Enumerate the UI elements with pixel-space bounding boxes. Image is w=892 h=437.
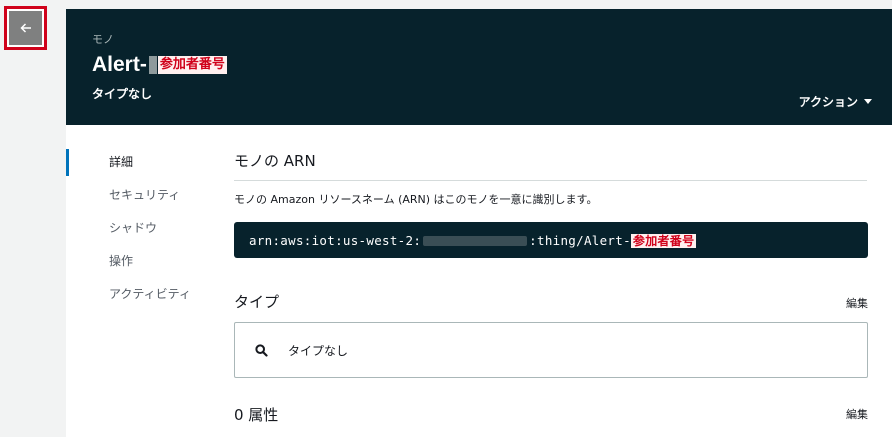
type-field[interactable]: タイプなし <box>234 322 868 378</box>
arn-text: arn:aws:iot:us-west-2: :thing/Alert- 参加者番号 <box>249 232 697 249</box>
arn-description: モノの Amazon リソースネーム (ARN) はこのモノを一意に識別します。 <box>234 193 598 206</box>
side-nav: 詳細 セキュリティ シャドウ 操作 アクティビティ <box>66 149 216 314</box>
sidebar-item-activity[interactable]: アクティビティ <box>66 281 216 314</box>
back-button-highlight <box>4 6 47 50</box>
type-value: タイプなし <box>288 343 349 358</box>
redacted-account-id <box>423 236 528 246</box>
attributes-edit-link[interactable]: 編集 <box>846 406 868 422</box>
sidebar-item-interact[interactable]: 操作 <box>66 248 216 281</box>
sidebar-item-details[interactable]: 詳細 <box>66 149 216 182</box>
content-panel: 詳細 セキュリティ シャドウ 操作 アクティビティ モノの ARN モノの Am… <box>66 125 892 437</box>
title-prefix: Alert- <box>92 53 147 76</box>
page-header: モノ Alert- 参加者番号 タイプなし アクション <box>66 9 892 125</box>
thing-type-subtitle: タイプなし <box>92 87 153 101</box>
arn-prefix: arn:aws:iot:us-west-2: <box>249 232 422 248</box>
attributes-section-title: 0 属性 <box>234 406 279 424</box>
arn-code-box: arn:aws:iot:us-west-2: :thing/Alert- 参加者番号 <box>234 222 868 258</box>
actions-label: アクション <box>798 95 858 109</box>
participant-number-tag: 参加者番号 <box>157 56 227 74</box>
page-title: Alert- 参加者番号 <box>92 53 227 77</box>
arrow-left-icon <box>19 23 31 33</box>
type-edit-link[interactable]: 編集 <box>846 295 868 311</box>
caret-down-icon <box>864 99 872 104</box>
arn-participant-tag: 参加者番号 <box>630 233 697 248</box>
actions-dropdown[interactable]: アクション <box>799 93 872 110</box>
back-button[interactable] <box>9 11 42 45</box>
search-icon <box>255 343 268 357</box>
arn-section-title: モノの ARN <box>234 152 316 170</box>
arn-suffix: :thing/Alert- <box>529 232 631 248</box>
section-divider <box>234 180 867 181</box>
left-rail <box>0 0 66 437</box>
type-section-title: タイプ <box>234 293 280 311</box>
sidebar-item-shadow[interactable]: シャドウ <box>66 215 216 248</box>
breadcrumb[interactable]: モノ <box>92 31 114 47</box>
redacted-area <box>148 56 157 74</box>
sidebar-item-security[interactable]: セキュリティ <box>66 182 216 215</box>
page-root: モノ Alert- 参加者番号 タイプなし アクション 詳細 セキュリティ シャ… <box>0 0 892 437</box>
